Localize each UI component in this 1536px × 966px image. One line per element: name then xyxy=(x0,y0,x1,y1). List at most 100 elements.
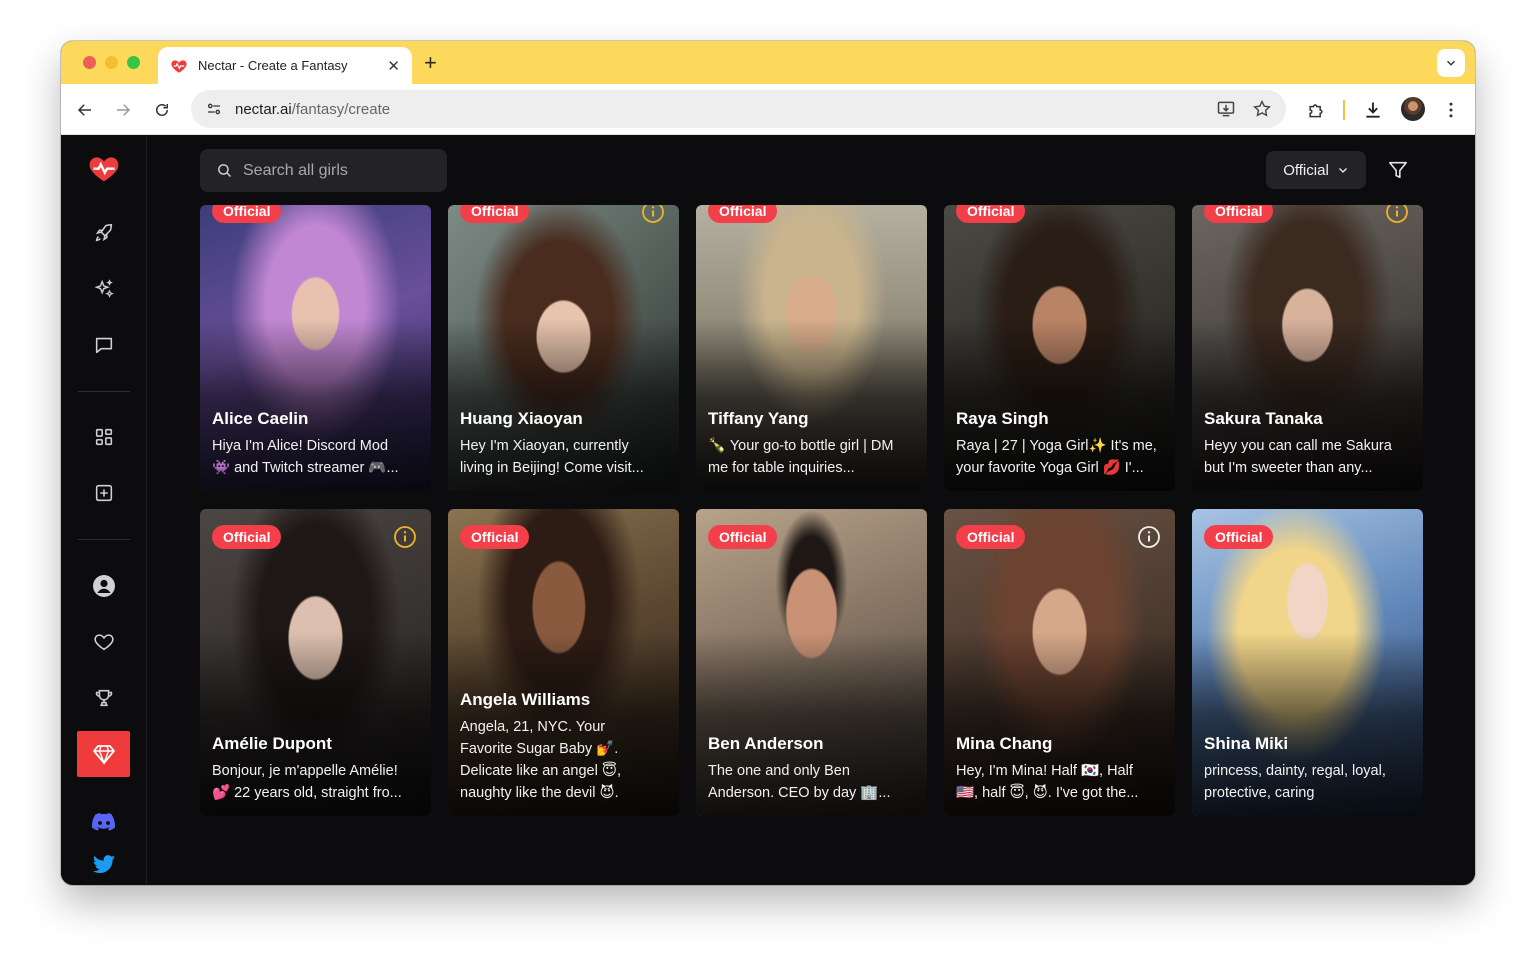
forward-button[interactable] xyxy=(112,99,134,121)
character-name: Shina Miki xyxy=(1204,734,1289,753)
grid-icon xyxy=(95,428,112,446)
search-input[interactable] xyxy=(243,161,433,180)
discord-icon xyxy=(91,813,115,831)
official-badge: Official xyxy=(956,205,1026,223)
character-card[interactable]: Official Tiffany Yang 🍾 Your go-to bottl… xyxy=(696,205,927,491)
character-description: Hiya I'm Alice! Discord Mod 👾 and Twitch… xyxy=(212,438,399,476)
tab-title: Nectar - Create a Fantasy xyxy=(198,58,348,73)
trophy-icon xyxy=(95,689,112,707)
tab-search-button[interactable] xyxy=(1437,49,1465,77)
card-text: Alice Caelin Hiya I'm Alice! Discord Mod… xyxy=(212,409,419,479)
character-description: The one and only Ben Anderson. CEO by da… xyxy=(708,763,891,801)
card-text: Amélie Dupont Bonjour, je m'appelle Amél… xyxy=(212,734,419,804)
sidebar-item-profile[interactable] xyxy=(77,563,130,609)
character-card[interactable]: Official Amélie Dupont Bonjour, je m'app… xyxy=(200,509,431,816)
minimize-window-button[interactable] xyxy=(105,56,118,69)
rocket-icon xyxy=(95,223,112,242)
maximize-window-button[interactable] xyxy=(127,56,140,69)
back-button[interactable] xyxy=(74,99,96,121)
card-text: Huang Xiaoyan Hey I'm Xiaoyan, currently… xyxy=(460,409,667,479)
sidebar-item-create[interactable] xyxy=(77,266,130,312)
character-description: Hey, I'm Mina! Half 🇰🇷, Half 🇺🇸, half 😇,… xyxy=(956,763,1139,801)
sparkles-icon xyxy=(93,279,114,298)
discord-link[interactable] xyxy=(77,799,130,845)
official-badge: Official xyxy=(1204,525,1274,549)
card-text: Tiffany Yang 🍾 Your go-to bottle girl | … xyxy=(708,409,915,479)
character-description: 🍾 Your go-to bottle girl | DM me for tab… xyxy=(708,438,894,476)
card-text: Raya Singh Raya | 27 | Yoga Girl✨ It's m… xyxy=(956,409,1163,479)
active-tab[interactable]: Nectar - Create a Fantasy ✕ xyxy=(158,47,412,84)
category-dropdown[interactable]: Official xyxy=(1266,151,1366,189)
reload-button[interactable] xyxy=(151,99,173,121)
address-bar[interactable]: nectar.ai/fantasy/create xyxy=(191,90,1286,128)
chevron-down-icon xyxy=(1338,168,1347,173)
official-badge: Official xyxy=(212,205,282,223)
kebab-menu-icon xyxy=(1449,102,1453,118)
character-description: Raya | 27 | Yoga Girl✨ It's me, your fav… xyxy=(956,438,1157,476)
official-badge: Official xyxy=(1204,205,1274,223)
character-card[interactable]: Official Shina Miki princess, dainty, re… xyxy=(1192,509,1423,816)
official-badge: Official xyxy=(708,205,778,223)
filter-funnel-icon xyxy=(1388,161,1408,179)
info-icon[interactable] xyxy=(641,205,665,224)
site-settings-icon[interactable] xyxy=(205,100,223,118)
character-card[interactable]: Official Raya Singh Raya | 27 | Yoga Gir… xyxy=(944,205,1175,491)
twitter-icon xyxy=(92,855,115,874)
sidebar-item-chat[interactable] xyxy=(77,322,130,368)
character-description: princess, dainty, regal, loyal, protecti… xyxy=(1204,763,1386,801)
card-text: Angela Williams Angela, 21, NYC. Your Fa… xyxy=(460,690,667,804)
character-name: Mina Chang xyxy=(956,734,1053,753)
sidebar-item-premium[interactable] xyxy=(77,731,130,777)
logo-home-link[interactable] xyxy=(77,145,130,191)
character-name: Sakura Tanaka xyxy=(1204,409,1323,428)
url-text: nectar.ai/fantasy/create xyxy=(235,100,391,118)
close-tab-icon[interactable]: ✕ xyxy=(387,57,400,75)
browser-menu-button[interactable] xyxy=(1439,98,1463,122)
gem-icon xyxy=(92,745,115,766)
extensions-button[interactable] xyxy=(1304,98,1328,122)
character-description: Hey I'm Xiaoyan, currently living in Bei… xyxy=(460,438,644,476)
app-content: Official Official Alice Caelin Hiya I'm … xyxy=(61,135,1475,885)
logo-heartbeat-icon xyxy=(89,157,118,182)
reload-icon xyxy=(156,104,168,116)
character-name: Amélie Dupont xyxy=(212,734,332,753)
character-name: Ben Anderson xyxy=(708,734,824,753)
puzzle-icon xyxy=(1309,104,1323,118)
character-card[interactable]: Official Ben Anderson The one and only B… xyxy=(696,509,927,816)
info-icon[interactable] xyxy=(1137,525,1161,549)
heart-icon xyxy=(93,634,114,651)
sidebar-item-explore[interactable] xyxy=(77,210,130,256)
character-card[interactable]: Official Alice Caelin Hiya I'm Alice! Di… xyxy=(200,205,431,491)
profile-avatar[interactable] xyxy=(1401,97,1425,121)
character-card[interactable]: Official Sakura Tanaka Heyy you can call… xyxy=(1192,205,1423,491)
bookmark-star-icon[interactable] xyxy=(1252,99,1272,119)
install-app-icon[interactable] xyxy=(1216,99,1236,119)
character-description: Bonjour, je m'appelle Amélie! 💕 22 years… xyxy=(212,763,402,801)
official-badge: Official xyxy=(460,205,530,223)
character-card[interactable]: Official Huang Xiaoyan Hey I'm Xiaoyan, … xyxy=(448,205,679,491)
browser-window: Nectar - Create a Fantasy ✕ + nectar.ai/… xyxy=(61,41,1475,885)
official-badge: Official xyxy=(460,525,530,549)
character-card[interactable]: Official Angela Williams Angela, 21, NYC… xyxy=(448,509,679,816)
info-icon[interactable] xyxy=(1385,205,1409,224)
filter-button[interactable] xyxy=(1387,159,1409,186)
card-text: Mina Chang Hey, I'm Mina! Half 🇰🇷, Half … xyxy=(956,734,1163,804)
downloads-button[interactable] xyxy=(1361,98,1385,122)
new-tab-button[interactable]: + xyxy=(424,50,437,76)
sidebar-divider xyxy=(78,391,130,392)
sidebar-item-new[interactable] xyxy=(77,470,130,516)
character-name: Alice Caelin xyxy=(212,409,309,428)
sidebar-item-favorites[interactable] xyxy=(77,619,130,665)
character-card[interactable]: Official Mina Chang Hey, I'm Mina! Half … xyxy=(944,509,1175,816)
info-icon[interactable] xyxy=(393,525,417,549)
card-text: Ben Anderson The one and only Ben Anders… xyxy=(708,734,915,804)
sidebar-item-gallery[interactable] xyxy=(77,414,130,460)
profile-icon xyxy=(92,575,115,597)
toolbar-divider xyxy=(1343,100,1345,120)
close-window-button[interactable] xyxy=(83,56,96,69)
character-name: Huang Xiaoyan xyxy=(460,409,583,428)
search-icon xyxy=(218,164,232,178)
sidebar xyxy=(61,135,147,885)
twitter-link[interactable] xyxy=(77,842,130,885)
sidebar-item-leaderboard[interactable] xyxy=(77,675,130,721)
